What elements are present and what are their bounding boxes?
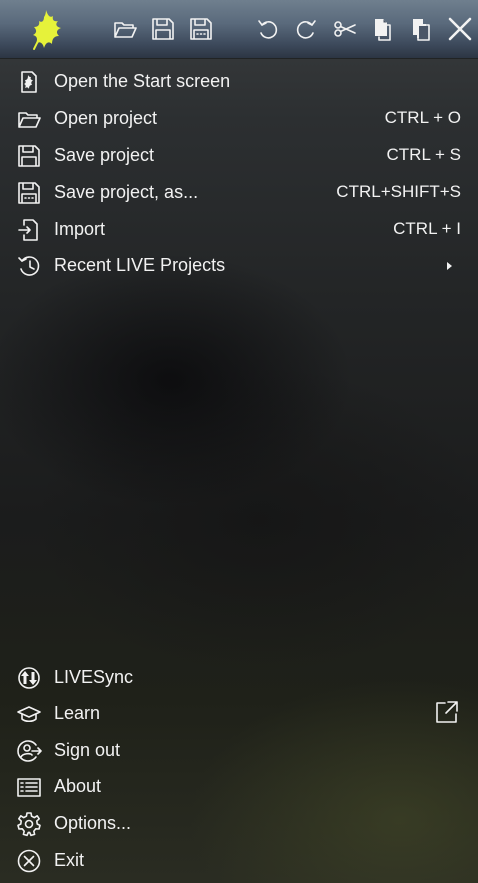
save-icon[interactable] [148, 14, 178, 44]
gear-icon [16, 811, 42, 837]
about-list-icon [16, 774, 42, 800]
menu-item-label: Learn [54, 703, 101, 723]
cut-icon[interactable] [330, 14, 360, 44]
sign-out-icon [16, 738, 42, 764]
shortcut-label: CTRL+SHIFT+S [336, 182, 461, 201]
menu-item-label: Save project [54, 145, 155, 165]
start-screen-icon [16, 69, 42, 95]
external-link-icon[interactable] [434, 699, 460, 725]
shortcut-label: CTRL + O [384, 108, 461, 127]
sync-icon [16, 665, 42, 691]
menu-item-about[interactable]: About [0, 768, 478, 804]
exit-circle-icon [16, 848, 42, 874]
menu-item-label: Recent LIVE Projects [54, 255, 226, 275]
save-icon [16, 143, 42, 169]
menu-item-open-project[interactable]: Open project CTRL + O [0, 100, 478, 136]
graduation-cap-icon [16, 701, 42, 727]
menu-item-import[interactable]: Import CTRL + I [0, 211, 478, 247]
menu-item-open-start-screen[interactable]: Open the Start screen [0, 63, 478, 99]
copy-icon[interactable] [368, 14, 398, 44]
menu-item-label: Exit [54, 850, 85, 870]
menu-item-label: Sign out [54, 740, 121, 760]
menu-item-label: Open project [54, 108, 158, 128]
menu-item-learn[interactable]: Learn [0, 695, 478, 731]
menu-item-livesync[interactable]: LIVESync [0, 659, 478, 695]
menu-item-label: Import [54, 219, 106, 239]
open-folder-icon [16, 106, 42, 132]
submenu-arrow-icon [447, 262, 452, 270]
menu-item-exit[interactable]: Exit [0, 842, 478, 878]
paste-icon[interactable] [406, 14, 436, 44]
toolbar [0, 0, 478, 58]
save-as-icon[interactable] [186, 14, 216, 44]
history-icon [16, 253, 42, 279]
close-icon[interactable] [444, 13, 476, 45]
menu-item-label: Options... [54, 813, 132, 833]
menu-item-save-project[interactable]: Save project CTRL + S [0, 137, 478, 173]
menu-item-label: Open the Start screen [54, 71, 231, 91]
menu-item-options[interactable]: Options... [0, 805, 478, 841]
menu-item-label: About [54, 776, 102, 796]
import-icon [16, 217, 42, 243]
undo-icon[interactable] [253, 14, 283, 44]
menu-item-recent-live-projects[interactable]: Recent LIVE Projects [0, 247, 478, 283]
menu-item-save-project-as[interactable]: Save project, as... CTRL+SHIFT+S [0, 174, 478, 210]
open-folder-icon[interactable] [110, 14, 140, 44]
save-as-icon [16, 180, 42, 206]
shortcut-label: CTRL + S [386, 145, 461, 164]
menu-item-sign-out[interactable]: Sign out [0, 732, 478, 768]
redo-icon[interactable] [291, 14, 321, 44]
firefly-logo[interactable] [26, 6, 68, 52]
menu-item-label: LIVESync [54, 667, 134, 687]
menu-item-label: Save project, as... [54, 182, 199, 202]
shortcut-label: CTRL + I [393, 219, 461, 238]
